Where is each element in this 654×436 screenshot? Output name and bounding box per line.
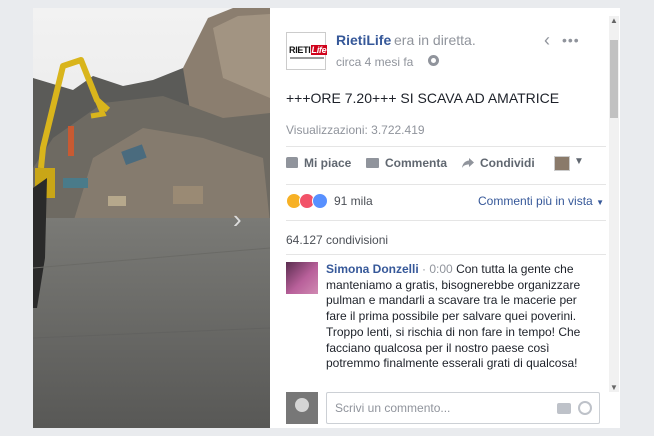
comment-composer	[286, 392, 606, 424]
divider	[286, 220, 606, 221]
logo-underline	[290, 57, 324, 59]
commenter-avatar[interactable]	[286, 262, 318, 294]
like-button[interactable]: Mi piace	[286, 156, 351, 170]
more-options-icon[interactable]: •••	[562, 32, 580, 48]
post-viewer: › RIETILife RietiLife era in diretta. ci…	[33, 8, 620, 428]
post-timestamp[interactable]: circa 4 mesi fa	[336, 55, 413, 69]
emoji-icon[interactable]	[578, 401, 592, 415]
sort-label: Commenti più in vista	[478, 194, 593, 208]
scrollbar[interactable]: ▲ ▼	[609, 16, 619, 392]
share-button[interactable]: Condividi	[462, 156, 535, 170]
comment-sort-dropdown[interactable]: Commenti più in vista ▼	[478, 194, 604, 208]
comment-button[interactable]: Commenta	[366, 156, 447, 170]
globe-icon	[428, 55, 439, 66]
current-user-avatar	[286, 392, 318, 424]
divider	[286, 254, 606, 255]
comment-input-box[interactable]	[326, 392, 600, 424]
profile-selector-avatar[interactable]	[554, 156, 570, 171]
like-reaction-icon	[312, 193, 328, 209]
speech-bubble-icon	[366, 158, 379, 168]
video-player[interactable]: ›	[33, 8, 270, 428]
live-status: era in diretta.	[394, 32, 476, 48]
reaction-count[interactable]: 91 mila	[334, 194, 373, 208]
share-arrow-icon	[462, 158, 474, 168]
comment-timestamp[interactable]: 0:00	[429, 262, 452, 276]
scrollbar-thumb[interactable]	[610, 40, 618, 118]
divider	[286, 146, 606, 147]
comment-label: Commenta	[385, 156, 448, 170]
view-count: Visualizzazioni: 3.722.419	[286, 123, 425, 137]
caret-down-icon: ▼	[596, 198, 604, 207]
chevron-right-icon[interactable]: ›	[233, 204, 242, 235]
caret-down-icon[interactable]: ▼	[574, 156, 584, 167]
reactions-summary[interactable]: 91 mila Commenti più in vista ▼	[286, 193, 606, 211]
comment-item: Simona Donzelli · 0:00 Con tutta la gent…	[286, 262, 596, 388]
post-text: +++ORE 7.20+++ SI SCAVA AD AMATRICE	[286, 90, 560, 106]
page-name-link[interactable]: RietiLife	[336, 32, 391, 48]
comment-body: Simona Donzelli · 0:00 Con tutta la gent…	[326, 262, 588, 372]
share-label: Condividi	[480, 156, 535, 170]
action-bar: Mi piace Commenta Condividi ▼	[286, 156, 606, 176]
page-logo[interactable]: RIETILife	[286, 32, 328, 70]
post-details: RIETILife RietiLife era in diretta. circ…	[270, 8, 620, 428]
divider	[286, 184, 606, 185]
like-label: Mi piace	[304, 156, 352, 170]
chevron-left-icon[interactable]: ‹	[544, 31, 550, 49]
logo-text: RIETILife	[289, 45, 328, 55]
comment-input[interactable]	[327, 393, 547, 423]
comment-text: Con tutta la gente che manteniamo a grat…	[326, 262, 581, 371]
comment-author[interactable]: Simona Donzelli	[326, 262, 419, 276]
post-header: RIETILife RietiLife era in diretta. circ…	[286, 30, 606, 76]
scroll-down-arrow-icon[interactable]: ▼	[610, 383, 618, 392]
share-count[interactable]: 64.127 condivisioni	[286, 233, 388, 247]
thumbs-up-icon	[286, 157, 298, 168]
camera-icon[interactable]	[557, 403, 571, 414]
scroll-up-arrow-icon[interactable]: ▲	[610, 16, 618, 25]
